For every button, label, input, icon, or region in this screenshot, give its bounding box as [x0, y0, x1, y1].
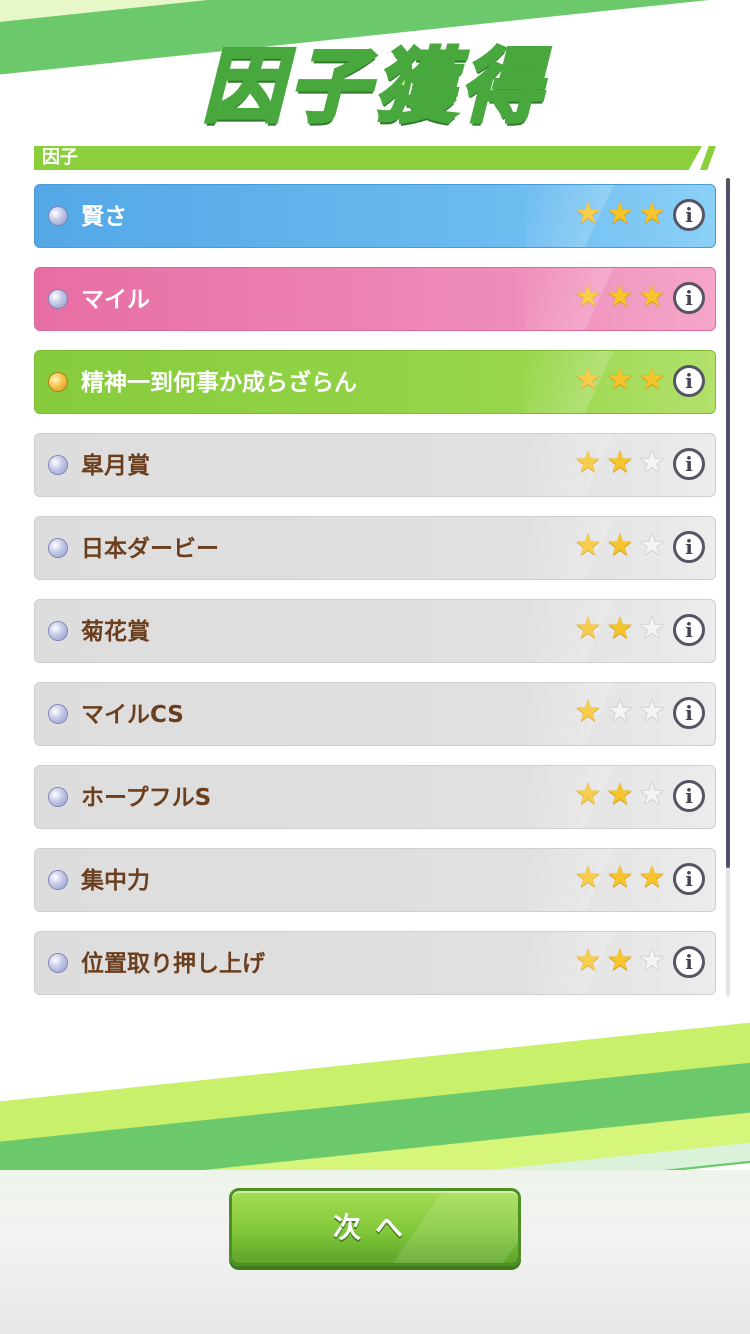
star-filled-icon: ★	[606, 943, 634, 978]
factor-row[interactable]: 集中力 ★ ★ ★ i	[34, 848, 716, 912]
star-filled-icon: ★	[574, 611, 602, 646]
star-filled-icon: ★	[574, 860, 602, 895]
factor-star-rating: ★ ★ ★	[573, 697, 667, 731]
star-filled-icon: ★	[574, 362, 602, 397]
factor-name: 精神一到何事か成らざらん	[81, 370, 357, 396]
factor-gem-icon	[49, 871, 67, 889]
star-filled-icon: ★	[638, 279, 666, 314]
factor-gem-icon	[49, 539, 67, 557]
factor-star-rating: ★ ★ ★	[573, 614, 667, 648]
info-icon[interactable]: i	[673, 365, 705, 397]
next-button-label: 次へ	[332, 1211, 417, 1244]
factor-star-rating: ★ ★ ★	[573, 448, 667, 482]
factor-star-rating: ★ ★ ★	[573, 863, 667, 897]
factor-row[interactable]: 菊花賞 ★ ★ ★ i	[34, 599, 716, 663]
info-icon[interactable]: i	[673, 614, 705, 646]
star-filled-icon: ★	[638, 860, 666, 895]
factor-row[interactable]: 日本ダービー ★ ★ ★ i	[34, 516, 716, 580]
star-filled-icon: ★	[606, 445, 634, 480]
section-header-label: 因子	[42, 147, 78, 168]
factor-name: マイル	[81, 287, 150, 313]
star-filled-icon: ★	[606, 362, 634, 397]
factor-gem-icon	[49, 705, 67, 723]
factor-star-rating: ★ ★ ★	[573, 365, 667, 399]
info-icon[interactable]: i	[673, 282, 705, 314]
factor-star-rating: ★ ★ ★	[573, 946, 667, 980]
star-empty-icon: ★	[638, 611, 666, 646]
star-filled-icon: ★	[606, 860, 634, 895]
factor-name: 位置取り押し上げ	[81, 951, 265, 977]
factor-gem-icon	[49, 788, 67, 806]
info-icon[interactable]: i	[673, 531, 705, 563]
star-filled-icon: ★	[574, 694, 602, 729]
factor-list: 賢さ ★ ★ ★ i マイル ★ ★ ★ i 精神一到何事か成らざらん ★ ★ ★ i 皐月賞 ★ ★ ★ i 日本ダー…	[34, 184, 716, 1014]
factor-name: 皐月賞	[81, 453, 150, 479]
star-filled-icon: ★	[606, 196, 634, 231]
factor-gem-icon	[49, 373, 67, 391]
star-empty-icon: ★	[638, 943, 666, 978]
factor-name: 日本ダービー	[81, 536, 219, 562]
factor-name: 集中力	[81, 868, 150, 894]
factor-row[interactable]: 位置取り押し上げ ★ ★ ★ i	[34, 931, 716, 995]
factor-row[interactable]: マイル ★ ★ ★ i	[34, 267, 716, 331]
star-filled-icon: ★	[606, 777, 634, 812]
info-icon[interactable]: i	[673, 697, 705, 729]
factor-gem-icon	[49, 207, 67, 225]
scrollbar-thumb[interactable]	[726, 178, 730, 868]
bottom-stripe-decoration	[0, 1010, 750, 1334]
star-empty-icon: ★	[638, 445, 666, 480]
factor-row[interactable]: 皐月賞 ★ ★ ★ i	[34, 433, 716, 497]
factor-row[interactable]: ホープフルS ★ ★ ★ i	[34, 765, 716, 829]
factor-name: 菊花賞	[81, 619, 150, 645]
star-empty-icon: ★	[606, 694, 634, 729]
factor-gem-icon	[49, 954, 67, 972]
factor-name: ホープフルS	[81, 785, 212, 811]
star-empty-icon: ★	[638, 777, 666, 812]
factor-gem-icon	[49, 290, 67, 308]
info-icon[interactable]: i	[673, 199, 705, 231]
star-filled-icon: ★	[638, 362, 666, 397]
factor-star-rating: ★ ★ ★	[573, 780, 667, 814]
star-filled-icon: ★	[574, 528, 602, 563]
info-icon[interactable]: i	[673, 448, 705, 480]
star-filled-icon: ★	[606, 279, 634, 314]
next-button[interactable]: 次へ	[229, 1188, 521, 1266]
factor-star-rating: ★ ★ ★	[573, 282, 667, 316]
star-filled-icon: ★	[606, 611, 634, 646]
star-filled-icon: ★	[574, 943, 602, 978]
factor-gem-icon	[49, 456, 67, 474]
star-empty-icon: ★	[638, 694, 666, 729]
factor-gem-icon	[49, 622, 67, 640]
factor-name: 賢さ	[81, 204, 127, 230]
factor-star-rating: ★ ★ ★	[573, 199, 667, 233]
info-icon[interactable]: i	[673, 946, 705, 978]
star-empty-icon: ★	[638, 528, 666, 563]
section-header-tail	[700, 146, 716, 170]
factor-name: マイルCS	[81, 702, 184, 728]
factor-row[interactable]: 賢さ ★ ★ ★ i	[34, 184, 716, 248]
star-filled-icon: ★	[574, 777, 602, 812]
factor-row[interactable]: 精神一到何事か成らざらん ★ ★ ★ i	[34, 350, 716, 414]
page-title: 因子獲得	[201, 38, 547, 135]
section-header-bar	[34, 146, 702, 170]
star-filled-icon: ★	[638, 196, 666, 231]
star-filled-icon: ★	[574, 279, 602, 314]
star-filled-icon: ★	[574, 196, 602, 231]
info-icon[interactable]: i	[673, 863, 705, 895]
factor-row[interactable]: マイルCS ★ ★ ★ i	[34, 682, 716, 746]
star-filled-icon: ★	[606, 528, 634, 563]
factor-star-rating: ★ ★ ★	[573, 531, 667, 565]
star-filled-icon: ★	[574, 445, 602, 480]
info-icon[interactable]: i	[673, 780, 705, 812]
